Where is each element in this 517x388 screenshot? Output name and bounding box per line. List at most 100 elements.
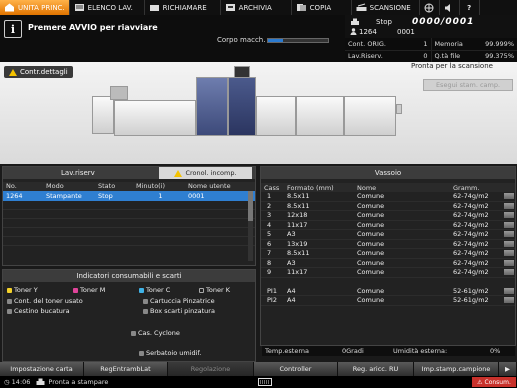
keyboard-icon[interactable] <box>258 378 272 386</box>
vassoio-row[interactable]: 3 12x18 Comune 62-74g/m2 <box>261 211 515 221</box>
printer-icon <box>36 378 45 385</box>
paper-level-icon <box>504 212 514 219</box>
machine-paper-unit <box>114 100 196 136</box>
counter-grid: Cont. ORIG. 1 Memoria 99.999% Lav.Riserv. 0… <box>345 38 517 62</box>
vassoio-gap <box>261 278 515 287</box>
serbatoio-indicator: Serbatoio umidif. <box>139 349 201 357</box>
cronol-incomp-button[interactable]: Cronol. incomp. <box>159 167 252 179</box>
empty-row <box>3 201 255 210</box>
lav-riserv-panel: Lav.riserv Cronol. incomp. No. Modo Stat… <box>2 166 256 266</box>
machine-finisher-1 <box>256 96 296 136</box>
vassoio-row[interactable]: PI2 A4 Comune 52-61g/m2 <box>261 296 515 306</box>
vassoio-row[interactable]: 7 8.5x11 Comune 62-74g/m2 <box>261 249 515 259</box>
regolazione-button[interactable]: Regolazione <box>168 362 254 376</box>
toner-c-icon <box>139 287 144 293</box>
status-message: Premere AVVIO per riavviare <box>28 23 158 32</box>
play-icon: ▶ <box>505 365 510 373</box>
tray-format: 8.5x11 <box>287 201 310 210</box>
controller-button[interactable]: Controller <box>254 362 338 376</box>
toner-y-indicator: Toner Y <box>7 286 38 294</box>
footer-time: 14:06 <box>11 378 31 386</box>
top-tab-bar: UNITA PRINC. ELENCO LAV. RICHIAMARE ARCH… <box>0 0 517 15</box>
tab-elenco-lav[interactable]: ELENCO LAV. <box>70 0 145 15</box>
scan-icon <box>356 3 367 11</box>
vassoio-row[interactable]: 1 8.5x11 Comune 62-74g/m2 <box>261 192 515 202</box>
counter-cont-orig: Cont. ORIG. 1 <box>345 38 431 50</box>
volume-button[interactable] <box>440 0 460 15</box>
tab-archivia[interactable]: ARCHIVIA <box>221 0 292 15</box>
tab-copia[interactable]: COPIA <box>292 0 352 15</box>
tray-name: Comune <box>357 211 385 220</box>
vassoio-row[interactable]: 9 11x17 Comune 62-74g/m2 <box>261 268 515 278</box>
toner-k-indicator: Toner K <box>199 286 230 294</box>
tray-number: 8 <box>267 258 272 267</box>
lav-riserv-scrollbar[interactable] <box>248 191 253 261</box>
tray-format: A3 <box>287 230 296 239</box>
scrollbar-thumb[interactable] <box>248 191 253 221</box>
consumabili-title: Indicatori consumabili e scarti <box>3 270 255 282</box>
tray-name: Comune <box>357 239 385 248</box>
recall-icon <box>149 5 159 11</box>
archive-icon <box>225 4 235 11</box>
help-icon: ? <box>467 3 472 12</box>
tray-name: Comune <box>357 296 385 305</box>
next-button[interactable]: ▶ <box>499 362 517 376</box>
copy-icon <box>296 4 306 11</box>
vassoio-row[interactable]: PI1 A4 Comune 52-61g/m2 <box>261 286 515 296</box>
environment-bar: Temp.esterna 0Gradi Umidità esterna: 0% <box>262 346 515 356</box>
tray-format: A4 <box>287 286 296 295</box>
vassoio-row[interactable]: 5 A3 Comune 62-74g/m2 <box>261 230 515 240</box>
vassoio-row[interactable]: 4 11x17 Comune 62-74g/m2 <box>261 220 515 230</box>
tray-name: Comune <box>357 268 385 277</box>
vassoio-rows: 1 8.5x11 Comune 62-74g/m2 2 8.5x11 Comune 62-74… <box>261 192 515 306</box>
tray-name: Comune <box>357 192 385 201</box>
tray-number: PI2 <box>267 296 277 305</box>
lav-riserv-row[interactable]: 1264 Stampante Stop 1 0001 <box>3 191 255 201</box>
paper-level-icon <box>504 287 514 294</box>
esegui-stam-camp-button[interactable]: Esegui stam. camp. <box>423 79 513 91</box>
tray-weight: 62-74g/m2 <box>453 201 489 210</box>
globe-icon <box>424 3 434 12</box>
help-button[interactable]: ? <box>460 0 480 15</box>
tray-number: PI1 <box>267 286 277 295</box>
reg-aricc-ru-button[interactable]: Reg. aricc. RU <box>338 362 414 376</box>
tray-format: A3 <box>287 258 296 267</box>
empty-row <box>3 228 255 237</box>
tab-richiamare[interactable]: RICHIAMARE <box>145 0 221 15</box>
screen: UNITA PRINC. ELENCO LAV. RICHIAMARE ARCH… <box>0 0 517 388</box>
tray-name: Comune <box>357 220 385 229</box>
tray-weight: 62-74g/m2 <box>453 211 489 220</box>
counter-lav-riserv: Lav.Riserv. 0 <box>345 50 431 62</box>
tray-weight: 52-61g/m2 <box>453 286 489 295</box>
corpo-label: Corpo macch. <box>217 36 266 44</box>
contr-dettagli-button[interactable]: Contr.dettagli <box>4 66 73 78</box>
impostazione-carta-button[interactable]: Impostazione carta <box>0 362 84 376</box>
globe-button[interactable] <box>420 0 440 15</box>
vassoio-row[interactable]: 2 8.5x11 Comune 62-74g/m2 <box>261 201 515 211</box>
vassoio-row[interactable]: 8 A3 Comune 62-74g/m2 <box>261 258 515 268</box>
staple-icon <box>143 298 148 304</box>
imp-stamp-campione-button[interactable]: Imp.stamp.campione <box>414 362 499 376</box>
paper-level-icon <box>504 193 514 200</box>
consumabili-alert-button[interactable]: ⚠ Consum. <box>472 377 516 387</box>
tray-name: Comune <box>357 286 385 295</box>
tray-number: 4 <box>267 220 272 229</box>
machine-control-screen <box>234 66 250 78</box>
tray-format: 8.5x11 <box>287 249 310 258</box>
regentramblat-button[interactable]: RegEntrambLat <box>84 362 168 376</box>
tab-scansione[interactable]: SCANSIONE <box>352 0 420 15</box>
tray-name: Comune <box>357 249 385 258</box>
tray-number: 5 <box>267 230 272 239</box>
tray-number: 9 <box>267 268 272 277</box>
bottom-button-bar: Impostazione carta RegEntrambLat Regolaz… <box>0 362 517 376</box>
footer-bar: ◷ 14:06 Pronta a stampare <box>0 376 517 388</box>
footer-status: Pronta a stampare <box>48 378 109 386</box>
tray-number: 2 <box>267 201 272 210</box>
machine-finisher-2 <box>296 96 344 136</box>
punch-icon <box>7 308 12 314</box>
vassoio-row[interactable]: 6 13x19 Comune 62-74g/m2 <box>261 239 515 249</box>
ready-scan-text: Pronta per la scansione <box>411 62 493 70</box>
tab-unita-princ[interactable]: UNITA PRINC. <box>0 0 70 15</box>
job-counter: 0000/0001 <box>412 17 475 27</box>
toner-m-indicator: Toner M <box>73 286 105 294</box>
